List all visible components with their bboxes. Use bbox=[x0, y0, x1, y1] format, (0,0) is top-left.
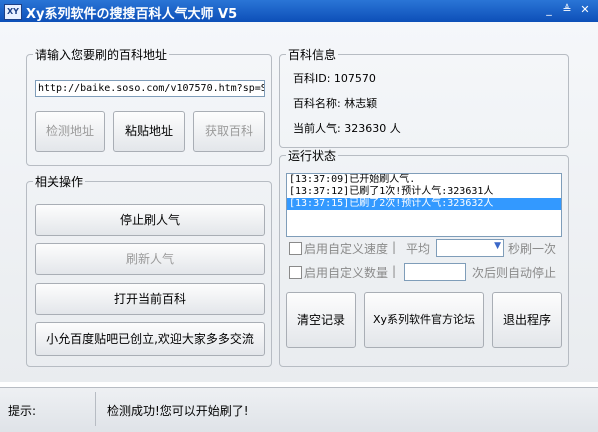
chevron-down-icon: ▼ bbox=[494, 241, 501, 251]
current-popularity-text: 当前人气: 323630 人 bbox=[293, 122, 401, 135]
seconds-per-label: 秒刷一次 bbox=[508, 242, 557, 256]
status-message: 检测成功!您可以开始刷了! bbox=[107, 404, 249, 418]
count-input[interactable] bbox=[404, 263, 466, 281]
log-line-selected[interactable]: [13:37:15]已刷了2次!预计人气:323632人 bbox=[287, 198, 561, 210]
log-line[interactable]: [13:37:12]已刷了1次!预计人气:323631人 bbox=[287, 186, 561, 198]
exit-program-button[interactable]: 退出程序 bbox=[492, 292, 562, 348]
refresh-popularity-button[interactable]: 刷新人气 bbox=[35, 243, 265, 275]
url-input[interactable]: http://baike.soso.com/v107570.htm?sp=S bbox=[35, 80, 265, 97]
baidu-tieba-button[interactable]: 小允百度贴吧已创立,欢迎大家多多交流 bbox=[35, 322, 265, 356]
status-divider bbox=[95, 392, 96, 426]
auto-stop-label: 次后则自动停止 bbox=[472, 266, 557, 280]
separator: | bbox=[392, 264, 397, 278]
paste-address-button[interactable]: 粘贴地址 bbox=[113, 111, 185, 152]
custom-speed-checkbox[interactable] bbox=[289, 242, 302, 255]
official-forum-button[interactable]: Xy系列软件官方论坛 bbox=[364, 292, 484, 348]
url-group-legend: 请输入您要刷的百科地址 bbox=[35, 48, 168, 62]
app-icon: XY bbox=[4, 4, 22, 20]
baike-id-text: 百科ID: 107570 bbox=[293, 72, 376, 85]
window-title: Xy系列软件の搜搜百科人气大师 V5 bbox=[26, 7, 238, 22]
status-bar: 提示: 检测成功!您可以开始刷了! bbox=[0, 387, 598, 432]
log-line[interactable]: [13:37:09]已开始刷人气. bbox=[287, 174, 561, 186]
average-label: 平均 bbox=[406, 242, 431, 256]
restore-button[interactable]: ≜ bbox=[559, 2, 575, 18]
fetch-baike-button[interactable]: 获取百科 bbox=[193, 111, 265, 152]
open-current-baike-button[interactable]: 打开当前百科 bbox=[35, 283, 265, 315]
operations-group-legend: 相关操作 bbox=[35, 175, 84, 189]
speed-select[interactable]: ▼ bbox=[436, 239, 504, 257]
run-status-legend: 运行状态 bbox=[288, 149, 337, 163]
check-address-button[interactable]: 检测地址 bbox=[35, 111, 105, 152]
title-bar: XY Xy系列软件の搜搜百科人气大师 V5 _ ≜ ✕ bbox=[0, 0, 598, 22]
log-list[interactable]: [13:37:09]已开始刷人气. [13:37:12]已刷了1次!预计人气:3… bbox=[286, 173, 562, 237]
close-button[interactable]: ✕ bbox=[577, 2, 593, 18]
clear-log-button[interactable]: 清空记录 bbox=[286, 292, 356, 348]
status-label: 提示: bbox=[8, 404, 37, 418]
minimize-button[interactable]: _ bbox=[541, 2, 557, 18]
custom-count-label: 启用自定义数量 bbox=[304, 266, 389, 280]
custom-speed-label: 启用自定义速度 bbox=[304, 242, 389, 256]
separator: | bbox=[392, 240, 397, 254]
stop-boost-button[interactable]: 停止刷人气 bbox=[35, 204, 265, 236]
baike-info-legend: 百科信息 bbox=[288, 48, 337, 62]
custom-count-checkbox[interactable] bbox=[289, 266, 302, 279]
baike-name-text: 百科名称: 林志颖 bbox=[293, 97, 378, 110]
